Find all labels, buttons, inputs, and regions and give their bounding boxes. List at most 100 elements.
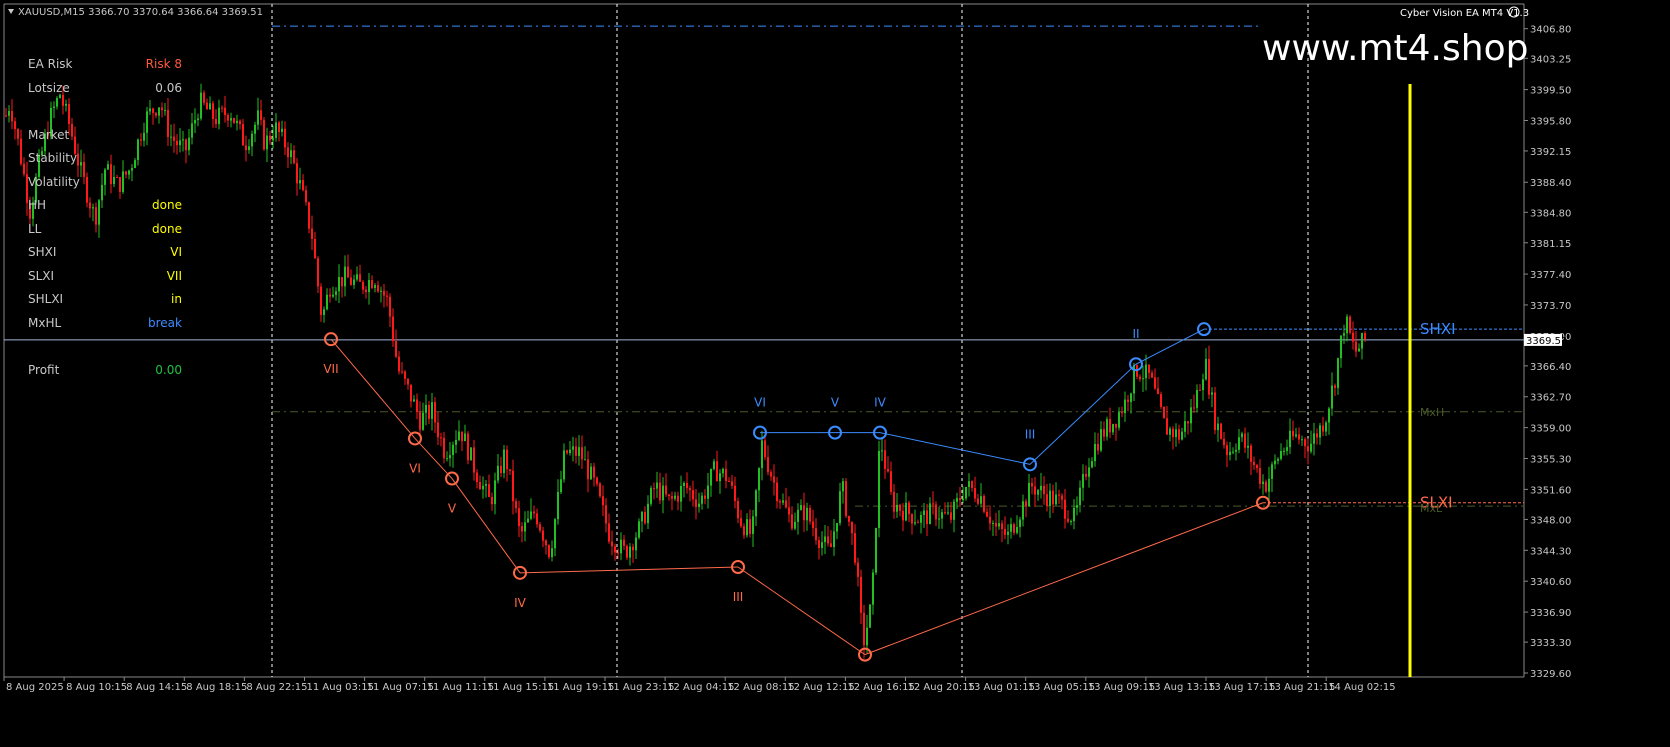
candle-body	[305, 190, 307, 203]
candle-body	[467, 433, 469, 461]
candle-body	[386, 295, 388, 297]
candle-body	[653, 488, 655, 490]
candle-body	[515, 501, 517, 509]
candle-body	[533, 511, 535, 514]
candle-body	[458, 431, 460, 440]
candle-body	[479, 482, 481, 490]
candle-body	[206, 102, 208, 110]
candle-body	[311, 228, 313, 239]
price-chart[interactable]: SHXISLXIMxHMxL VIIVIVIV IIIVI V IVIIIII 340…	[0, 0, 1670, 743]
candle-body	[1175, 429, 1177, 438]
candle-body	[782, 500, 784, 503]
time-tick-label: 13 Aug 21:15	[1268, 682, 1335, 693]
panel-value: VI	[170, 245, 182, 259]
candle-body	[509, 469, 511, 471]
candle-body	[626, 545, 628, 558]
candle-body	[1331, 385, 1333, 409]
chart-area[interactable]: SHXI SLXI MxH MxL VII VI V IV III VI V IV III II 340…	[0, 0, 1670, 743]
time-tick-label: 11 Aug 11:15	[427, 682, 494, 693]
candle-body	[815, 528, 817, 541]
price-tick-label: 3329.60	[1530, 669, 1571, 680]
candle-body	[230, 118, 232, 121]
candle-body	[677, 495, 679, 502]
candle-body	[1223, 438, 1225, 446]
price-tick-label: 3384.80	[1530, 208, 1571, 219]
candle-body	[818, 540, 820, 548]
candle-body	[251, 133, 253, 147]
candle-body	[221, 107, 223, 109]
candle-body	[380, 290, 382, 292]
candle-body	[821, 542, 823, 548]
candle-body	[605, 505, 607, 524]
candle-body	[314, 238, 316, 259]
candle-body	[1304, 439, 1306, 447]
candle-body	[830, 543, 832, 548]
candle-body	[1301, 439, 1303, 441]
candle-body	[503, 449, 505, 474]
candle-body	[1229, 451, 1231, 456]
candle-body	[1328, 408, 1330, 423]
candle-body	[89, 202, 91, 209]
candle-body	[371, 280, 373, 288]
candle-body	[956, 498, 958, 502]
candle-body	[1031, 482, 1033, 487]
candle-body	[1097, 444, 1099, 451]
candle-body	[587, 459, 589, 480]
candle-body	[1130, 393, 1132, 402]
candle-body	[809, 507, 811, 522]
candle-body	[1316, 433, 1318, 438]
candle-body	[332, 294, 334, 297]
candle-body	[203, 92, 205, 103]
candle-body	[917, 522, 919, 524]
panel-value: Risk 8	[146, 57, 182, 71]
candle-body	[1343, 333, 1345, 336]
candle-body	[17, 129, 19, 139]
candle-body	[701, 495, 703, 504]
candle-body	[776, 482, 778, 502]
candle-body	[1250, 445, 1252, 462]
candle-body	[1211, 392, 1213, 395]
time-tick-label: 11 Aug 15:15	[487, 682, 554, 693]
candle-body	[578, 447, 580, 456]
candle-body	[614, 546, 616, 553]
candle-body	[359, 274, 361, 282]
candle-body	[1295, 434, 1297, 437]
candle-body	[1139, 376, 1141, 380]
panel-value: 0.06	[155, 81, 182, 95]
candle-body	[959, 498, 961, 501]
candle-body	[83, 162, 85, 177]
candle-body	[530, 511, 532, 519]
candle-body	[1187, 421, 1189, 424]
candle-body	[680, 485, 682, 502]
candle-body	[1127, 399, 1129, 402]
candle-body	[887, 468, 889, 472]
candle-body	[1190, 407, 1192, 424]
candle-body	[194, 120, 196, 124]
candle-body	[20, 138, 22, 164]
candle-body	[908, 502, 910, 515]
candle-body	[482, 485, 484, 490]
candle-body	[878, 450, 880, 529]
candle-body	[176, 140, 178, 146]
candle-body	[623, 539, 625, 546]
candle-body	[1334, 385, 1336, 388]
candle-body	[1034, 486, 1036, 495]
candle-body	[1355, 341, 1357, 352]
candle-body	[1058, 494, 1060, 496]
candle-body	[1226, 445, 1228, 456]
candle-body	[641, 511, 643, 522]
time-tick-label: 12 Aug 08:15	[727, 682, 794, 693]
candle-body	[611, 541, 613, 547]
candle-body	[80, 162, 82, 166]
candle-body	[434, 402, 436, 423]
candle-body	[260, 110, 262, 120]
price-tick-label: 3388.40	[1530, 178, 1571, 189]
candle-body	[941, 512, 943, 519]
candle-body	[1346, 316, 1348, 334]
candle-body	[767, 457, 769, 473]
candle-body	[275, 122, 277, 138]
candle-body	[608, 523, 610, 542]
mxh-label: MxH	[1420, 406, 1444, 419]
candle-body	[1028, 482, 1030, 507]
candle-body	[791, 514, 793, 529]
